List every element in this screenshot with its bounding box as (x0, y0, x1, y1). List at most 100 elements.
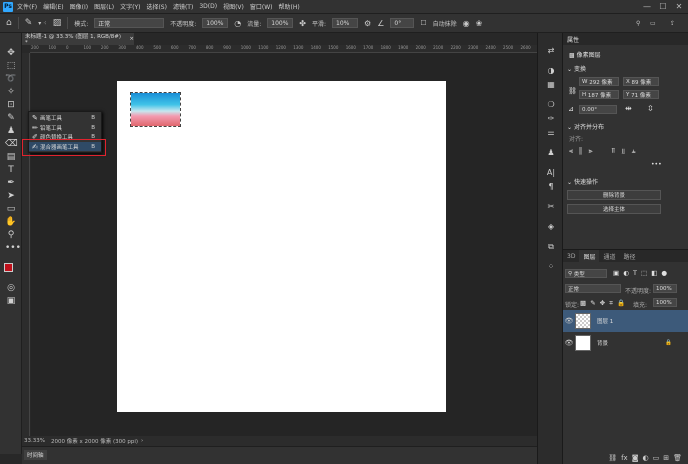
fill-input[interactable]: 100% (653, 298, 677, 307)
info-icon[interactable]: ⧉ (545, 241, 557, 253)
visibility-eye-icon[interactable]: 👁 (563, 317, 575, 325)
new-layer-icon[interactable]: ⊞ (663, 454, 669, 462)
menu-filter[interactable]: 滤镜(T) (173, 2, 193, 11)
screen-mode-icon[interactable]: ▣ (5, 295, 17, 307)
new-group-icon[interactable]: ▭ (653, 454, 660, 462)
more-tools-icon[interactable]: ••• (5, 242, 21, 254)
properties-title[interactable]: 属性 (567, 35, 579, 44)
clone-source-icon[interactable]: ♟ (545, 147, 557, 159)
lasso-tool-icon[interactable]: ➰ (5, 73, 17, 85)
symmetry-icon[interactable]: ❀ (476, 19, 483, 28)
search-icon[interactable]: ⚲ (636, 20, 640, 27)
x-input[interactable]: 89 像素 (632, 78, 652, 86)
visibility-eye-icon[interactable]: 👁 (563, 339, 575, 347)
menu-window[interactable]: 窗口(W) (250, 2, 273, 11)
gradient-tool-icon[interactable]: ▤ (5, 151, 17, 163)
width-input[interactable]: 292 像素 (589, 78, 612, 86)
align-buttons[interactable]: ⫷ ⫼ ⫸ ⫪ ⫫ ⫨ (569, 147, 636, 156)
menu-image[interactable]: 图像(I) (70, 2, 88, 11)
quick-mask-icon[interactable]: ◎ (5, 282, 17, 294)
fx-icon[interactable]: fx (621, 454, 628, 462)
menu-type[interactable]: 文字(Y) (120, 2, 140, 11)
adjustment-layer-icon[interactable]: ◐ (643, 454, 649, 462)
delete-layer-icon[interactable]: 🗑 (673, 454, 682, 462)
select-subject-button[interactable]: 选择主体 (567, 204, 661, 214)
close-button[interactable]: ✕ (672, 0, 686, 13)
marquee-tool-icon[interactable]: ⬚ (5, 60, 17, 72)
stamp-tool-icon[interactable]: ♟ (5, 125, 17, 137)
layer-row[interactable]: 👁 图层 1 (563, 310, 688, 332)
pen-tool-icon[interactable]: ✒ (5, 177, 17, 189)
paragraph-icon[interactable]: ¶ (545, 181, 557, 193)
home-icon[interactable]: ⌂ (6, 18, 12, 28)
link-icon[interactable]: ⛓ (568, 87, 577, 95)
chevron-down-icon[interactable]: ⌄ (567, 179, 572, 186)
magic-wand-tool-icon[interactable]: ✧ (5, 86, 17, 98)
document-canvas[interactable] (117, 81, 446, 412)
tab-3d[interactable]: 3D (563, 250, 579, 262)
eraser-tool-icon[interactable]: ⌫ (5, 138, 18, 150)
status-arrow-icon[interactable]: › (141, 438, 143, 444)
layer-filter-icons[interactable]: ▣ ◐ T ⬚ ◧ ● (613, 269, 667, 277)
menu-layer[interactable]: 图层(L) (94, 2, 114, 11)
menu-view[interactable]: 视图(V) (223, 2, 244, 11)
flip-horizontal-icon[interactable]: ⇹ (625, 104, 632, 113)
brush-settings-icon[interactable]: ✑ (545, 113, 557, 125)
pressure-opacity-icon[interactable]: ◔ (234, 19, 241, 28)
blend-mode-dropdown[interactable]: 正常 (565, 284, 621, 293)
brush-tool-icon[interactable]: ✎ (25, 18, 33, 28)
properties-sliders-icon[interactable]: ⚌ (545, 127, 557, 139)
workspace-icon[interactable]: ▭ (650, 20, 656, 27)
smooth-input[interactable]: 10% (332, 18, 359, 28)
layer-opacity-input[interactable]: 100% (653, 284, 677, 293)
crop-tool-icon[interactable]: ⊡ (5, 99, 17, 111)
more-options-icon[interactable]: ••• (651, 161, 662, 168)
close-tab-icon[interactable]: × (129, 36, 134, 42)
history-icon[interactable]: ⇄ (545, 45, 557, 57)
opacity-input[interactable]: 100% (202, 18, 229, 28)
navigator-icon[interactable]: ◈ (545, 221, 557, 233)
pressure-size-icon[interactable]: ◉ (463, 19, 470, 28)
tab-paths[interactable]: 路径 (619, 250, 639, 262)
share-icon[interactable]: ⇪ (670, 20, 675, 27)
tools-icon[interactable]: ✂ (545, 201, 557, 213)
layer-filter-dropdown[interactable]: 类型 (574, 270, 585, 278)
chevron-down-icon[interactable]: ⌄ (567, 66, 572, 73)
brush-settings-icon[interactable]: ▨ (53, 18, 62, 28)
gradient-selection[interactable] (130, 92, 181, 127)
layer-name[interactable]: 背景 (597, 339, 608, 347)
mode-dropdown[interactable]: 正常 (94, 18, 165, 28)
brush-tool-icon[interactable]: ✎ (5, 112, 17, 124)
remove-background-button[interactable]: 删除背景 (567, 190, 661, 200)
menu-select[interactable]: 选择(S) (146, 2, 167, 11)
chevron-down-icon[interactable]: ⌄ (567, 124, 572, 131)
timeline-tab[interactable]: 时间轴 (24, 450, 47, 460)
adjustments-icon[interactable]: ❍ (545, 99, 557, 111)
rectangle-tool-icon[interactable]: ▭ (5, 203, 17, 215)
minimize-button[interactable]: — (640, 0, 654, 13)
menu-help[interactable]: 帮助(H) (279, 2, 300, 11)
flow-input[interactable]: 100% (267, 18, 294, 28)
zoom-tool-icon[interactable]: ⚲ (5, 229, 17, 241)
move-tool-icon[interactable]: ✥ (5, 47, 17, 59)
menu-3d[interactable]: 3D(D) (199, 3, 217, 10)
height-input[interactable]: 187 像素 (588, 91, 611, 99)
layer-name[interactable]: 图层 1 (597, 317, 613, 325)
smoothing-gear-icon[interactable]: ⚙ (364, 19, 371, 28)
flyout-item-pencil[interactable]: ✏ 铅笔工具 B (29, 123, 101, 132)
libraries-icon[interactable]: ⁘ (545, 261, 557, 273)
menu-file[interactable]: 文件(F) (17, 2, 37, 11)
menu-edit[interactable]: 编辑(E) (43, 2, 63, 11)
layer-row[interactable]: 👁 背景 🔒 (563, 332, 688, 354)
hand-tool-icon[interactable]: ✋ (5, 216, 17, 228)
angle-input[interactable]: 0° (390, 18, 415, 28)
y-input[interactable]: 71 像素 (631, 91, 651, 99)
character-icon[interactable]: A| (545, 167, 557, 179)
add-mask-icon[interactable]: ◙ (632, 454, 639, 462)
type-tool-icon[interactable]: T (5, 164, 17, 176)
foreground-color-swatch[interactable] (4, 263, 13, 272)
maximize-button[interactable]: ☐ (656, 0, 670, 13)
link-layers-icon[interactable]: ⛓ (608, 454, 617, 462)
brush-preset-picker[interactable]: ▾ ⁖ (38, 20, 46, 27)
swatches-icon[interactable]: ▦ (545, 79, 557, 91)
